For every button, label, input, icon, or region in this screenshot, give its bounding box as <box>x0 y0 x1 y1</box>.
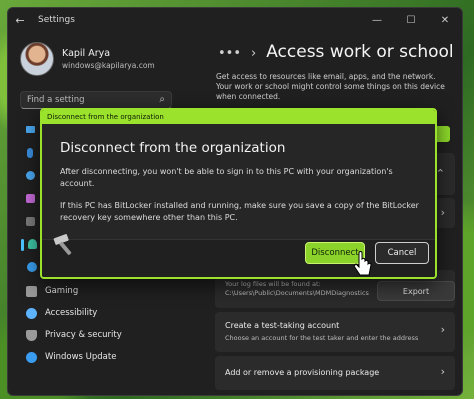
sidebar-item-windows-update[interactable]: Windows Update <box>20 346 178 368</box>
sidebar-icon-bluetooth[interactable] <box>27 148 33 158</box>
sidebar-item-label: Accessibility <box>45 308 98 318</box>
chevron-right-icon: › <box>440 206 445 219</box>
sidebar-icon-network[interactable] <box>26 171 35 180</box>
chevron-up-icon[interactable]: ⌃ <box>436 167 445 180</box>
search-icon: ⌕ <box>159 94 165 105</box>
minimize-icon[interactable]: — <box>360 8 394 32</box>
breadcrumb-overflow[interactable]: ••• <box>218 46 241 61</box>
page-description: Get access to resources like email, apps… <box>216 72 445 101</box>
sidebar-icon-personalization[interactable] <box>26 194 35 203</box>
search-placeholder: Find a setting <box>27 95 85 105</box>
sidebar-item-accessibility[interactable]: Accessibility <box>20 302 178 324</box>
user-profile: Kapil Arya windows@kapilarya.com <box>20 42 155 76</box>
sidebar-icon-system[interactable] <box>26 126 35 133</box>
mouse-pointer-icon <box>353 251 372 276</box>
maximize-icon[interactable]: ☐ <box>394 8 428 32</box>
gaming-icon <box>26 285 37 297</box>
hammer-icon <box>53 234 72 256</box>
user-email: windows@kapilarya.com <box>62 61 155 70</box>
accessibility-icon <box>26 307 37 319</box>
provisioning-title: Add or remove a provisioning package <box>225 368 380 377</box>
title-bar: ← Settings — ☐ ✕ <box>8 8 462 32</box>
log-files-path: Your log files will be found at: C:\User… <box>225 280 369 297</box>
sidebar-item-label: Gaming <box>45 286 79 296</box>
back-arrow-icon[interactable]: ← <box>8 14 32 27</box>
export-button[interactable]: Export <box>377 281 455 301</box>
dialog-titlebar: Disconnect from the organization <box>42 110 435 124</box>
selected-indicator <box>21 239 24 251</box>
cancel-button[interactable]: Cancel <box>375 242 429 264</box>
sidebar-item-gaming[interactable]: Gaming <box>20 280 178 302</box>
search-input[interactable]: Find a setting ⌕ <box>20 91 172 109</box>
windows-update-icon <box>26 351 37 363</box>
dialog-text-bitlocker: If this PC has BitLocker installed and r… <box>60 201 419 222</box>
test-taking-description: Choose an account for the test taker and… <box>225 334 419 342</box>
sidebar-item-label: Windows Update <box>45 352 117 362</box>
user-name: Kapil Arya <box>62 48 111 59</box>
dialog-text-signin: After disconnecting, you won't be able t… <box>60 167 393 188</box>
provisioning-card[interactable]: Add or remove a provisioning package › <box>215 356 455 390</box>
sidebar-icon-accounts[interactable] <box>28 239 37 249</box>
shield-icon <box>26 329 37 341</box>
chevron-right-icon: › <box>440 365 445 378</box>
close-icon[interactable]: ✕ <box>428 8 462 32</box>
window-title: Settings <box>38 15 75 25</box>
chevron-right-icon: › <box>440 323 445 336</box>
sidebar-item-privacy-security[interactable]: Privacy & security <box>20 324 178 346</box>
page-header: ••• › Access work or school <box>218 42 454 62</box>
breadcrumb-separator: › <box>251 46 257 61</box>
sidebar-icon-time-language[interactable] <box>27 262 37 272</box>
dialog-heading: Disconnect from the organization <box>60 140 286 156</box>
sidebar-icon-apps[interactable] <box>26 217 35 226</box>
test-taking-card[interactable]: Create a test-taking account Choose an a… <box>215 312 455 352</box>
sidebar-item-label: Privacy & security <box>45 330 122 340</box>
test-taking-title: Create a test-taking account <box>225 321 340 330</box>
page-title: Access work or school <box>266 42 454 62</box>
avatar <box>20 42 54 76</box>
disconnect-dialog: Disconnect from the organization Disconn… <box>40 108 437 279</box>
